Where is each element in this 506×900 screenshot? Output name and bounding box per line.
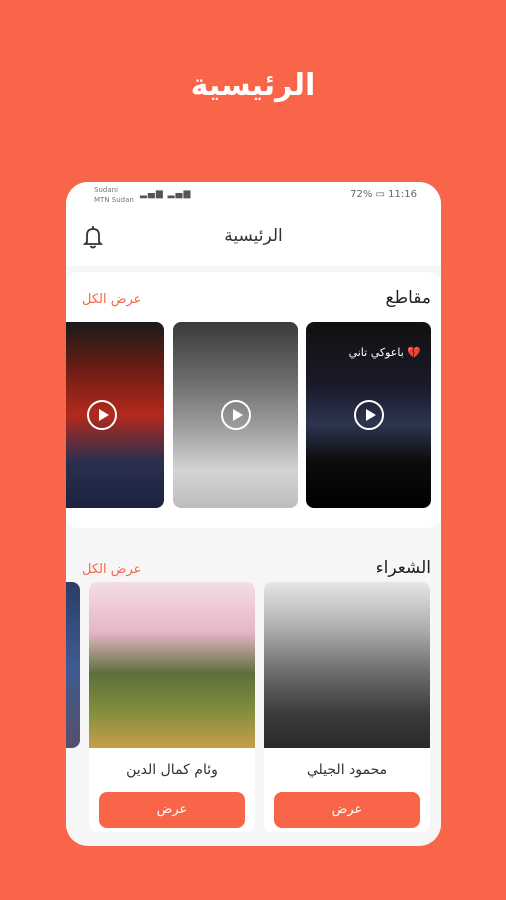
clip-card[interactable]: باعوكي تاني 💔 — [306, 322, 431, 508]
poet-card[interactable] — [66, 582, 80, 748]
time: 11:16 — [388, 189, 417, 200]
battery-icon: ▭ — [375, 189, 385, 200]
clips-title: مقاطع — [385, 288, 431, 308]
phone-frame: Sudani MTN Sudan ▂▄▆ ▂▄▆ 72% ▭ 11:16 الر… — [66, 182, 441, 846]
app-bar: الرئيسية — [66, 210, 441, 266]
clip-card[interactable] — [66, 322, 164, 508]
notification-bell-icon[interactable] — [78, 222, 108, 252]
signal-icon: ▂▄▆ ▂▄▆ — [140, 189, 192, 199]
poet-photo — [264, 582, 430, 748]
poet-photo — [66, 582, 80, 748]
poets-section: الشعراء عرض الكل محمود الجيلي عرض وئام ك… — [66, 542, 441, 842]
carrier-info: Sudani MTN Sudan — [94, 185, 134, 205]
poets-title: الشعراء — [375, 558, 431, 578]
poet-card[interactable]: محمود الجيلي عرض — [264, 582, 430, 832]
play-icon[interactable] — [220, 400, 251, 430]
poet-name: وئام كمال الدين — [126, 762, 218, 778]
status-bar: Sudani MTN Sudan ▂▄▆ ▂▄▆ 72% ▭ 11:16 — [66, 182, 441, 210]
clip-card[interactable] — [173, 322, 298, 508]
poet-name: محمود الجيلي — [306, 762, 388, 778]
carrier-line-1: Sudani — [94, 186, 118, 194]
clip-caption: باعوكي تاني 💔 — [348, 346, 421, 359]
battery-percent: 72% — [350, 189, 373, 200]
clips-see-all-link[interactable]: عرض الكل — [82, 292, 141, 307]
poet-card[interactable]: وئام كمال الدين عرض — [89, 582, 255, 832]
poets-see-all-link[interactable]: عرض الكل — [82, 562, 141, 577]
poet-photo — [89, 582, 255, 748]
page-title: الرئيسية — [224, 226, 283, 246]
view-button[interactable]: عرض — [274, 792, 420, 828]
play-icon[interactable] — [86, 400, 117, 430]
carrier-line-2: MTN Sudan — [94, 196, 134, 204]
clips-section: مقاطع عرض الكل باعوكي تاني 💔 — [66, 272, 441, 528]
status-right: 72% ▭ 11:16 — [350, 189, 417, 200]
play-icon[interactable] — [353, 400, 384, 430]
promo-title: الرئيسية — [190, 68, 316, 103]
view-button[interactable]: عرض — [99, 792, 245, 828]
